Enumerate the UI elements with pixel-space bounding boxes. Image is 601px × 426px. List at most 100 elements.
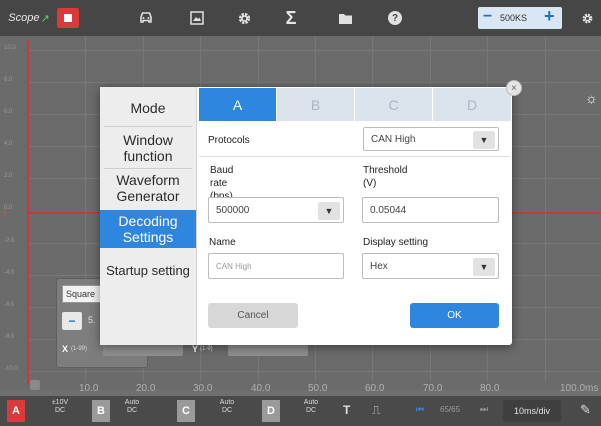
threshold-label: Threshold (V) bbox=[363, 165, 408, 189]
display-setting-select[interactable]: Hex ▼ bbox=[362, 253, 499, 279]
menu-item-decoding-settings[interactable]: Decoding Settings bbox=[100, 210, 196, 248]
baud-rate-value: 500000 bbox=[216, 204, 250, 216]
y-axis-label: 10.0 bbox=[4, 45, 16, 51]
menu-divider bbox=[104, 126, 192, 127]
settings-button[interactable] bbox=[229, 0, 259, 36]
y-axis-label: 2.0 bbox=[4, 173, 13, 179]
gear-icon bbox=[582, 13, 592, 23]
help-button[interactable]: ? bbox=[380, 0, 410, 36]
chevron-down-icon: ▼ bbox=[473, 258, 495, 276]
decrease-rate-button[interactable]: − bbox=[483, 8, 492, 26]
x-label: X bbox=[62, 344, 69, 354]
y-range: (1-9) bbox=[200, 346, 213, 352]
car-icon bbox=[140, 12, 152, 23]
name-input[interactable]: CAN High bbox=[208, 253, 344, 279]
y-axis-label: -2.0 bbox=[4, 238, 15, 244]
menu-item-window-function[interactable]: Window function bbox=[100, 130, 196, 166]
menu-item-mode[interactable]: Mode bbox=[100, 94, 196, 122]
y-label: Y bbox=[192, 344, 199, 354]
top-toolbar: Scope ↗ Σ ? − 500KS + bbox=[0, 0, 601, 36]
grid-line bbox=[545, 36, 546, 382]
chevron-down-icon: ▼ bbox=[473, 131, 495, 149]
scope-logo-icon: ↗ bbox=[40, 12, 50, 25]
menu-item-startup-setting[interactable]: Startup setting bbox=[100, 256, 196, 286]
baud-rate-select[interactable]: 500000 ▼ bbox=[208, 197, 344, 223]
menu-divider bbox=[104, 168, 192, 169]
preferences-button[interactable] bbox=[575, 0, 599, 36]
tab-d[interactable]: D bbox=[433, 88, 511, 121]
row-divider bbox=[199, 156, 510, 157]
sample-rate-value: 500KS bbox=[500, 13, 528, 23]
page-counter: 65/65 bbox=[440, 405, 461, 414]
image-icon bbox=[190, 11, 204, 25]
x-axis-label: 40.0 bbox=[251, 383, 271, 394]
sample-rate-control: − 500KS + bbox=[478, 6, 562, 29]
channel-b-button[interactable]: B bbox=[92, 400, 110, 422]
channel-d-coupling[interactable]: Auto DC bbox=[298, 399, 324, 415]
skip-forward-icon[interactable]: ⏭ bbox=[480, 404, 488, 415]
file-button[interactable] bbox=[330, 0, 360, 36]
grid-line bbox=[28, 50, 601, 51]
y-axis-label: -10.0 bbox=[4, 366, 18, 372]
x-axis-label: 30.0 bbox=[193, 383, 213, 394]
y-axis-label: 0.0 bbox=[4, 205, 13, 211]
timebase-button[interactable]: 10ms/div bbox=[503, 400, 561, 422]
display-setting-value: Hex bbox=[370, 260, 388, 272]
protocols-value: CAN High bbox=[371, 133, 416, 145]
image-button[interactable] bbox=[182, 0, 212, 36]
y-axis-label: -4.0 bbox=[4, 270, 15, 276]
gear-icon bbox=[238, 12, 250, 24]
decrease-button[interactable]: − bbox=[62, 312, 82, 330]
x-axis-label: 10.0 bbox=[79, 383, 99, 394]
x-axis-label: 100.0ms bbox=[560, 383, 599, 394]
skip-back-icon[interactable]: ⏮ bbox=[416, 404, 424, 415]
pen-icon[interactable]: ✎ bbox=[580, 402, 591, 418]
brightness-icon[interactable]: ☼ bbox=[585, 90, 598, 106]
y-axis-label: 4.0 bbox=[4, 141, 13, 147]
channel-d-button[interactable]: D bbox=[262, 400, 280, 422]
trigger-button[interactable]: T bbox=[343, 403, 350, 417]
increase-rate-button[interactable]: + bbox=[544, 6, 555, 27]
record-button[interactable] bbox=[54, 0, 82, 36]
chevron-down-icon: ▼ bbox=[318, 202, 340, 220]
help-icon: ? bbox=[388, 11, 402, 25]
vehicle-button[interactable] bbox=[131, 0, 161, 36]
display-setting-label: Display setting bbox=[363, 237, 429, 248]
tab-c[interactable]: C bbox=[355, 88, 432, 121]
trigger-edge-icon[interactable]: ⎍ bbox=[372, 403, 380, 418]
y-axis-label: -6.0 bbox=[4, 302, 15, 308]
grid-line bbox=[28, 371, 601, 372]
app-name: Scope bbox=[8, 12, 40, 24]
menu-item-waveform-generator[interactable]: Waveform Generator bbox=[100, 170, 196, 206]
channel-c-button[interactable]: C bbox=[177, 400, 195, 422]
y-axis-label: 6.0 bbox=[4, 109, 13, 115]
y-axis-label: -8.0 bbox=[4, 334, 15, 340]
channel-c-coupling[interactable]: Auto DC bbox=[214, 399, 240, 415]
channel-b-coupling[interactable]: Auto DC bbox=[119, 399, 145, 415]
sigma-icon: Σ bbox=[285, 7, 297, 28]
scope-mode-button[interactable]: Scope ↗ bbox=[4, 0, 54, 36]
ok-button[interactable]: OK bbox=[410, 303, 499, 328]
channel-a-coupling[interactable]: ±10V DC bbox=[47, 399, 73, 415]
x-axis-label: 80.0 bbox=[480, 383, 500, 394]
tab-b[interactable]: B bbox=[277, 88, 354, 121]
cancel-button[interactable]: Cancel bbox=[208, 303, 298, 328]
channel-a-button[interactable]: A bbox=[7, 400, 25, 422]
x-axis-label: 20.0 bbox=[136, 383, 156, 394]
x-axis-label: 70.0 bbox=[423, 383, 443, 394]
stop-icon bbox=[57, 8, 79, 28]
tab-a[interactable]: A bbox=[199, 88, 276, 121]
y-axis-label: 8.0 bbox=[4, 77, 13, 83]
close-icon[interactable]: × bbox=[506, 80, 522, 96]
name-label: Name bbox=[209, 237, 236, 248]
generator-value: 5. bbox=[88, 315, 96, 325]
folder-icon bbox=[338, 13, 352, 24]
protocols-select[interactable]: CAN High ▼ bbox=[363, 127, 499, 151]
x-range: (1-99) bbox=[71, 346, 88, 352]
x-axis-label: 60.0 bbox=[365, 383, 385, 394]
zoom-handle[interactable] bbox=[30, 380, 40, 390]
math-button[interactable]: Σ bbox=[276, 0, 306, 36]
threshold-input[interactable]: 0.05044 bbox=[362, 197, 499, 223]
protocols-label: Protocols bbox=[208, 135, 250, 146]
x-axis-label: 50.0 bbox=[308, 383, 328, 394]
